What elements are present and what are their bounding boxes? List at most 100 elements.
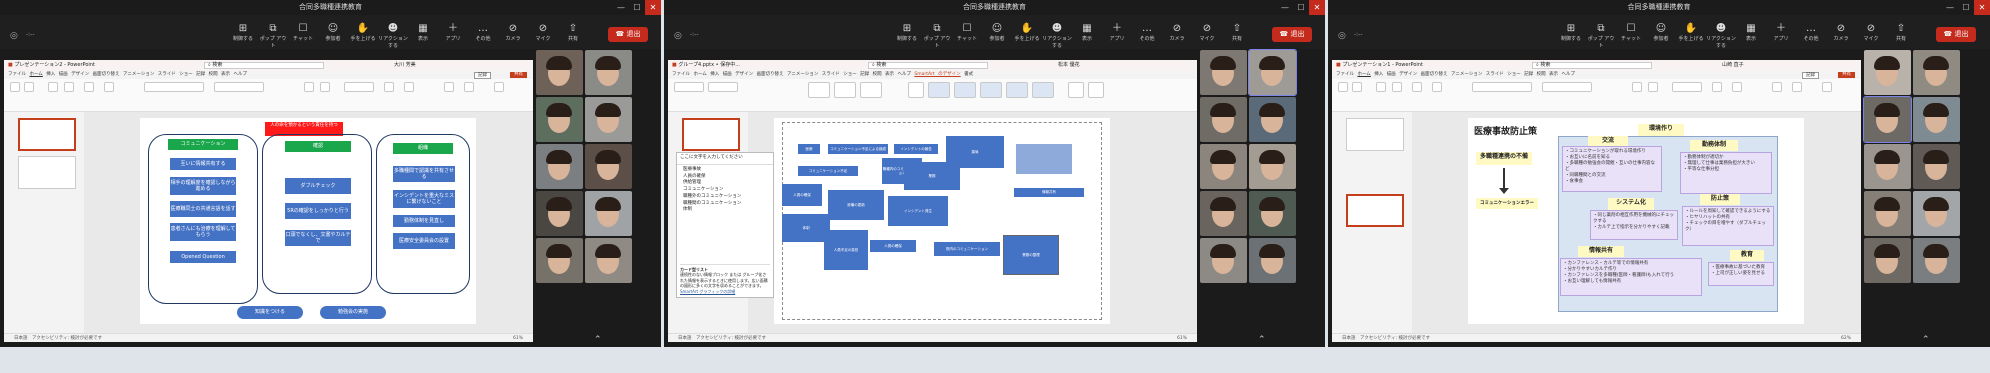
- camera-button[interactable]: ⊘ カメラ: [498, 23, 528, 49]
- smartart-shape[interactable]: 設備の更新: [828, 190, 884, 220]
- popout-button[interactable]: ⧉ ポップ アウト: [258, 23, 288, 49]
- slide-thumbnail-2[interactable]: [18, 156, 76, 189]
- ribbon-tabs[interactable]: ファイル ホーム 挿入 描画 デザイン 画面切り替え アニメーション スライド …: [1332, 71, 1861, 79]
- search-input[interactable]: ⌕ 検索: [868, 62, 988, 69]
- smartart-shape[interactable]: 人員の確保: [870, 240, 916, 252]
- slide-thumbnail-1[interactable]: [18, 118, 76, 151]
- smartart-shape[interactable]: 情報共有: [1014, 188, 1084, 197]
- view-button[interactable]: ▦ 表示: [1072, 23, 1102, 49]
- smartart-shape[interactable]: インシデントの報告: [894, 144, 938, 154]
- leave-button[interactable]: ☎ 退出: [608, 27, 648, 42]
- smartart-text-pane[interactable]: ここに文字を入力してください 医療事故 人員の確保 供給管理 コミュニケーション 職種外…: [676, 152, 774, 298]
- chevron-up-icon[interactable]: ⌃: [1258, 335, 1266, 345]
- apps-button[interactable]: ＋アプリ: [1102, 23, 1132, 49]
- share-screen-button[interactable]: ⇧ 共有: [1222, 23, 1252, 49]
- smartart-help-link[interactable]: SmartArt グラフィックの詳細: [680, 289, 770, 294]
- participant-video: [536, 238, 583, 283]
- smartart-shape[interactable]: 人員不足の負担: [824, 230, 868, 270]
- apps-button[interactable]: ＋アプリ: [438, 23, 468, 49]
- chat-button[interactable]: ☐ チャット: [952, 23, 982, 49]
- slide[interactable]: 医療事故防止策 多職種連携の不備 コミュニケーションエラー 環境作り 交流 ・コ…: [1468, 118, 1804, 324]
- smartart-shape[interactable]: 体制: [782, 214, 830, 242]
- camera-button[interactable]: ⊘ カメラ: [1826, 23, 1856, 49]
- mic-button[interactable]: ⊘ マイク: [528, 23, 558, 49]
- window-controls[interactable]: — ☐ ✕: [1277, 0, 1325, 15]
- window-controls[interactable]: — ☐ ✕: [613, 0, 661, 15]
- popout-button[interactable]: ⧉ ポップ アウト: [922, 23, 952, 49]
- edu-heading: 教育: [1730, 250, 1764, 261]
- smartart-shape[interactable]: コミュニケーション不足による誤認: [828, 144, 888, 154]
- smartart-ribbon[interactable]: [668, 79, 1197, 112]
- powerpoint-icon: ■: [1336, 62, 1341, 68]
- more-button[interactable]: … その他: [468, 23, 498, 49]
- user-name: 松本 優花: [1058, 62, 1080, 68]
- leave-button[interactable]: ☎ 退出: [1936, 27, 1976, 42]
- raise-hand-button[interactable]: ✋ 手を上げる: [1012, 23, 1042, 49]
- more-button[interactable]: … その他: [1796, 23, 1826, 49]
- smartart-shape[interactable]: 人員の確保: [782, 184, 822, 206]
- apps-button[interactable]: ＋アプリ: [1766, 23, 1796, 49]
- smartart-shape[interactable]: 院内のコミュニケーション: [934, 242, 1000, 256]
- control-button[interactable]: ⊞ 制御する: [892, 23, 922, 49]
- powerpoint-icon: ■: [8, 62, 13, 68]
- mic-button[interactable]: ⊘ マイク: [1856, 23, 1886, 49]
- meeting-controls-bar: ◎ -:-- ⊞ 制御する ⧉ ポップ アウト ☐ チャット ☺ 参加者 ✋ 手を上げる …: [1328, 15, 1990, 49]
- participant-video: [1864, 238, 1911, 283]
- user-name: 大川 芳美: [394, 62, 416, 68]
- smartart-shape-selected[interactable]: [1016, 144, 1072, 174]
- control-button[interactable]: ⊞ 制御する: [1556, 23, 1586, 49]
- leave-button[interactable]: ☎ 退出: [1272, 27, 1312, 42]
- slide-thumbnail-2[interactable]: [1346, 194, 1404, 227]
- chat-button[interactable]: ☐ チャット: [1616, 23, 1646, 49]
- participant-video: [1200, 238, 1247, 283]
- camera-button[interactable]: ⊘ カメラ: [1162, 23, 1192, 49]
- col1-item: 医療職同士の共通言語を話す: [170, 201, 236, 217]
- window-controls[interactable]: — ☐ ✕: [1942, 0, 1990, 15]
- raise-hand-button[interactable]: ✋ 手を上げる: [348, 23, 378, 49]
- slide-thumbnail-1[interactable]: [682, 118, 740, 151]
- react-button[interactable]: ☻ リアクションする: [378, 23, 408, 49]
- window-title: 合同多職種連携教育: [0, 0, 661, 15]
- slide-thumbnails: [4, 112, 84, 333]
- share-screen-button[interactable]: ⇧ 共有: [1886, 23, 1916, 49]
- slide-thumbnails: [1332, 112, 1412, 333]
- ribbon-tabs[interactable]: ファイル ホーム 挿入 描画 デザイン 画面切り替え アニメーション スライド …: [668, 71, 1197, 79]
- smartart-shape[interactable]: 業務の整理: [1003, 235, 1059, 275]
- smartart-shape[interactable]: コミュニケーション不足: [798, 166, 858, 176]
- record-button[interactable]: 記録: [474, 72, 491, 79]
- slide[interactable]: 医療 コミュニケーション不足による誤認 インシデントの報告 薬局 コミュニケーシ…: [774, 118, 1110, 324]
- record-button[interactable]: 記録: [1802, 72, 1819, 79]
- raise-hand-button[interactable]: ✋ 手を上げる: [1676, 23, 1706, 49]
- participants-button[interactable]: ☺ 参加者: [1646, 23, 1676, 49]
- react-button[interactable]: ☻ リアクションする: [1706, 23, 1736, 49]
- share-screen-button[interactable]: ⇧ 共有: [558, 23, 588, 49]
- control-button[interactable]: ⊞ 制御する: [228, 23, 258, 49]
- slide-title: 医療事故防止策: [1474, 127, 1538, 137]
- ribbon-tabs[interactable]: ファイル ホーム 挿入 描画 デザイン 画面切り替え アニメーション スライド …: [4, 71, 533, 79]
- more-button[interactable]: … その他: [1132, 23, 1162, 49]
- participants-button[interactable]: ☺ 参加者: [982, 23, 1012, 49]
- view-button[interactable]: ▦ 表示: [1736, 23, 1766, 49]
- share-button[interactable]: 共有: [1838, 72, 1855, 78]
- shield-icon: ◎: [10, 31, 18, 41]
- mic-button[interactable]: ⊘ マイク: [1192, 23, 1222, 49]
- share-button[interactable]: 共有: [510, 72, 527, 78]
- ppt-titlebar: ■ プレゼンテーション2 - PowerPoint ⌕ 検索 大川 芳美: [4, 60, 533, 71]
- view-button[interactable]: ▦ 表示: [408, 23, 438, 49]
- react-button[interactable]: ☻ リアクションする: [1042, 23, 1072, 49]
- search-input[interactable]: ⌕ 検索: [204, 62, 324, 69]
- participants-button[interactable]: ☺ 参加者: [318, 23, 348, 49]
- popout-button[interactable]: ⧉ ポップ アウト: [1586, 23, 1616, 49]
- chat-button[interactable]: ☐ チャット: [288, 23, 318, 49]
- ribbon[interactable]: [1332, 79, 1861, 112]
- chevron-up-icon[interactable]: ⌃: [1922, 335, 1930, 345]
- slide-thumbnail-1[interactable]: [1346, 118, 1404, 151]
- slide[interactable]: 人の命を預かるという責任を持つ コミュニケーション 互いに情報共有する 相手の理…: [140, 118, 476, 324]
- ribbon[interactable]: [4, 79, 533, 112]
- smartart-shape[interactable]: インシデント発生: [888, 196, 948, 226]
- smartart-shape[interactable]: 医療: [798, 144, 820, 154]
- chevron-up-icon[interactable]: ⌃: [594, 335, 602, 345]
- text-pane-list[interactable]: 医療事故 人員の確保 供給管理 コミュニケーション 職種外のコミュニケーション 職種間のコ…: [677, 165, 773, 216]
- smartart-shape[interactable]: 業務: [904, 162, 960, 190]
- search-input[interactable]: ⌕ 検索: [1532, 62, 1652, 69]
